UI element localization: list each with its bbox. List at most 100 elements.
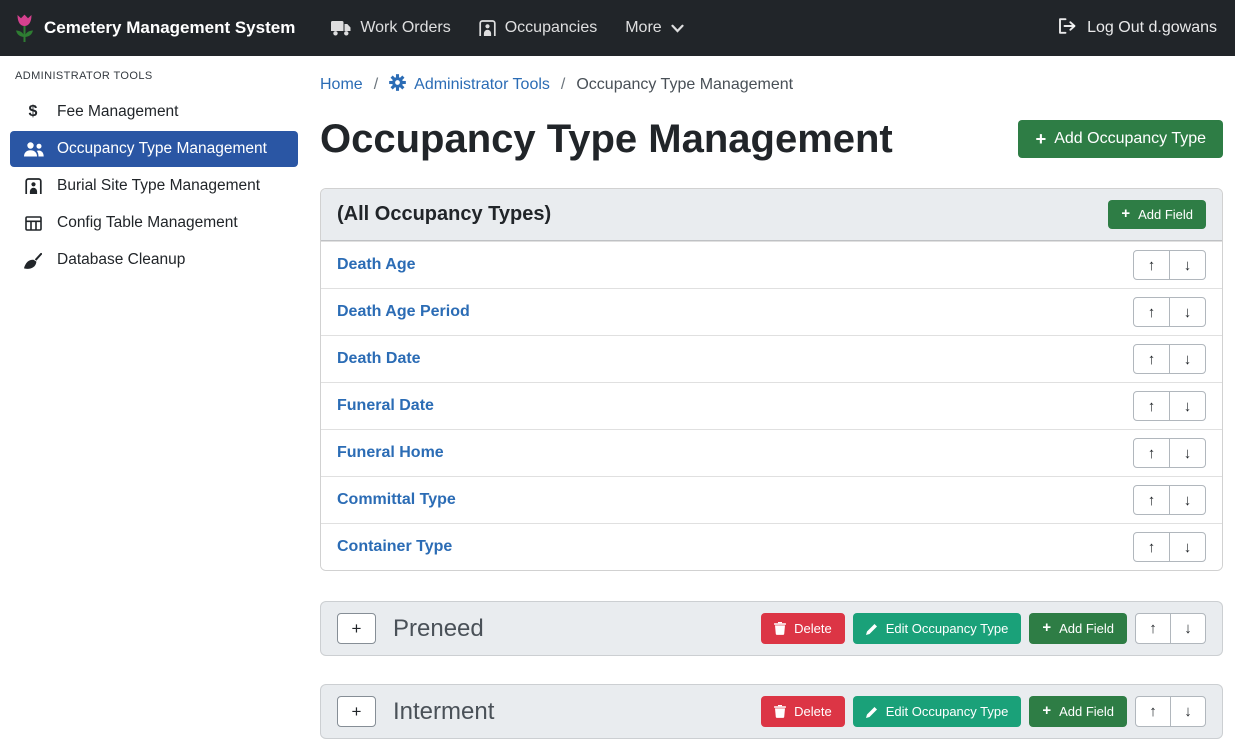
sidebar: ADMINISTRATOR TOOLS $ Fee Management Occ… <box>0 56 308 738</box>
breadcrumb-administrator-tools-label: Administrator Tools <box>414 76 550 94</box>
app-title: Cemetery Management System <box>44 18 295 38</box>
edit-occupancy-type-button[interactable]: Edit Occupancy Type <box>853 613 1022 644</box>
move-down-button[interactable]: ↓ <box>1169 250 1206 280</box>
move-up-button[interactable]: ↑ <box>1135 613 1171 644</box>
sidebar-item-database-cleanup[interactable]: Database Cleanup <box>10 242 298 278</box>
nav-work-orders[interactable]: Work Orders <box>317 11 464 45</box>
field-row: Funeral Home ↑ ↓ <box>321 429 1222 476</box>
field-link-death-age[interactable]: Death Age <box>337 256 416 274</box>
sidebar-item-label: Fee Management <box>57 103 179 121</box>
occupancy-type-name: Interment <box>393 698 494 726</box>
move-up-button[interactable]: ↑ <box>1133 297 1170 327</box>
move-up-button[interactable]: ↑ <box>1133 532 1170 562</box>
plus-icon: + <box>1042 704 1051 719</box>
plus-icon: + <box>1121 207 1130 222</box>
sidebar-item-burial-site-type-management[interactable]: Burial Site Type Management <box>10 168 298 204</box>
sidebar-item-label: Config Table Management <box>57 214 238 232</box>
reorder-button-group: ↑ ↓ <box>1133 485 1206 515</box>
occupancy-type-section-interment: + Interment Delete <box>320 684 1223 739</box>
field-row: Death Date ↑ ↓ <box>321 335 1222 382</box>
arrow-down-icon: ↓ <box>1184 703 1192 720</box>
nav-more-label: More <box>625 19 661 37</box>
field-link-container-type[interactable]: Container Type <box>337 538 452 556</box>
move-down-button[interactable]: ↓ <box>1169 344 1206 374</box>
section-actions: Delete Edit Occupancy Type + Add Field ↑ <box>761 613 1206 644</box>
nav-occupancies[interactable]: Occupancies <box>465 11 612 45</box>
edit-occupancy-type-button[interactable]: Edit Occupancy Type <box>853 696 1022 727</box>
field-link-funeral-date[interactable]: Funeral Date <box>337 397 434 415</box>
truck-icon <box>331 21 351 36</box>
move-up-button[interactable]: ↑ <box>1135 696 1171 727</box>
breadcrumb-separator: / <box>561 76 565 94</box>
move-up-button[interactable]: ↑ <box>1133 485 1170 515</box>
arrow-down-icon: ↓ <box>1184 492 1192 509</box>
nav-occupancies-label: Occupancies <box>505 19 598 37</box>
arrow-up-icon: ↑ <box>1149 703 1157 720</box>
arrow-up-icon: ↑ <box>1148 492 1156 509</box>
move-down-button[interactable]: ↓ <box>1170 696 1206 727</box>
all-occupancy-types-header: (All Occupancy Types) + Add Field <box>321 189 1222 241</box>
move-down-button[interactable]: ↓ <box>1169 391 1206 421</box>
reorder-button-group: ↑ ↓ <box>1135 613 1206 644</box>
logout-label: Log Out d.gowans <box>1087 19 1217 37</box>
reorder-button-group: ↑ ↓ <box>1133 532 1206 562</box>
move-down-button[interactable]: ↓ <box>1169 297 1206 327</box>
add-field-button[interactable]: + Add Field <box>1029 696 1127 727</box>
logout-link[interactable]: Log Out d.gowans <box>1058 18 1217 39</box>
arrow-up-icon: ↑ <box>1148 304 1156 321</box>
edit-occupancy-type-label: Edit Occupancy Type <box>886 704 1009 719</box>
sidebar-item-fee-management[interactable]: $ Fee Management <box>10 94 298 130</box>
move-up-button[interactable]: ↑ <box>1133 438 1170 468</box>
arrow-up-icon: ↑ <box>1148 539 1156 556</box>
edit-occupancy-type-label: Edit Occupancy Type <box>886 621 1009 636</box>
move-down-button[interactable]: ↓ <box>1169 485 1206 515</box>
add-occupancy-type-button[interactable]: + Add Occupancy Type <box>1018 120 1223 158</box>
arrow-up-icon: ↑ <box>1148 445 1156 462</box>
reorder-button-group: ↑ ↓ <box>1133 297 1206 327</box>
main-content: Home / Administrator Tools / Occupancy T… <box>308 56 1235 738</box>
arrow-down-icon: ↓ <box>1184 620 1192 637</box>
arrow-down-icon: ↓ <box>1184 304 1192 321</box>
delete-label: Delete <box>794 704 832 719</box>
reorder-button-group: ↑ ↓ <box>1133 438 1206 468</box>
app-brand[interactable]: Cemetery Management System <box>14 13 295 43</box>
move-up-button[interactable]: ↑ <box>1133 250 1170 280</box>
expand-button[interactable]: + <box>337 696 376 727</box>
chevron-down-icon <box>671 24 684 33</box>
move-down-button[interactable]: ↓ <box>1169 532 1206 562</box>
main-nav: Work Orders Occupancies More <box>317 11 697 45</box>
nav-more[interactable]: More <box>611 11 697 45</box>
expand-button[interactable]: + <box>337 613 376 644</box>
move-up-button[interactable]: ↑ <box>1133 344 1170 374</box>
arrow-down-icon: ↓ <box>1184 257 1192 274</box>
reorder-button-group: ↑ ↓ <box>1133 250 1206 280</box>
person-shelter-icon <box>479 20 496 36</box>
sidebar-item-label: Burial Site Type Management <box>57 177 260 195</box>
move-down-button[interactable]: ↓ <box>1170 613 1206 644</box>
field-row: Committal Type ↑ ↓ <box>321 476 1222 523</box>
field-link-death-date[interactable]: Death Date <box>337 350 421 368</box>
add-field-button[interactable]: + Add Field <box>1108 200 1206 229</box>
delete-label: Delete <box>794 621 832 636</box>
add-field-button[interactable]: + Add Field <box>1029 613 1127 644</box>
field-link-death-age-period[interactable]: Death Age Period <box>337 303 470 321</box>
field-row: Container Type ↑ ↓ <box>321 523 1222 570</box>
move-up-button[interactable]: ↑ <box>1133 391 1170 421</box>
pencil-icon <box>866 706 878 718</box>
move-down-button[interactable]: ↓ <box>1169 438 1206 468</box>
field-link-committal-type[interactable]: Committal Type <box>337 491 456 509</box>
delete-button[interactable]: Delete <box>761 613 845 644</box>
reorder-button-group: ↑ ↓ <box>1135 696 1206 727</box>
delete-button[interactable]: Delete <box>761 696 845 727</box>
sidebar-item-occupancy-type-management[interactable]: Occupancy Type Management <box>10 131 298 167</box>
top-navbar: Cemetery Management System Work Orders <box>0 0 1235 56</box>
sidebar-item-config-table-management[interactable]: Config Table Management <box>10 205 298 241</box>
breadcrumb-home[interactable]: Home <box>320 76 363 94</box>
sidebar-item-label: Database Cleanup <box>57 251 185 269</box>
users-icon <box>22 142 44 157</box>
field-link-funeral-home[interactable]: Funeral Home <box>337 444 444 462</box>
breadcrumb-administrator-tools[interactable]: Administrator Tools <box>389 74 550 96</box>
arrow-up-icon: ↑ <box>1148 398 1156 415</box>
arrow-up-icon: ↑ <box>1149 620 1157 637</box>
field-row: Death Age ↑ ↓ <box>321 241 1222 288</box>
